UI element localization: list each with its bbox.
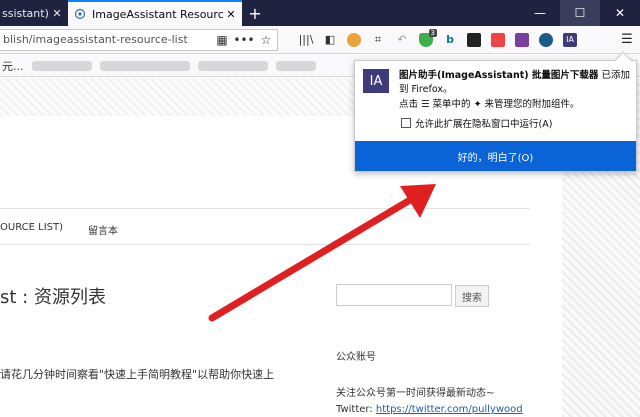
tab-resource-list[interactable]: ImageAssistant Resource List ✕	[68, 0, 242, 26]
hash-extension-icon[interactable]	[534, 29, 558, 51]
tab-title: ssistant) 图片	[2, 7, 50, 20]
blurred-bookmark[interactable]	[275, 60, 316, 71]
private-window-checkbox-row[interactable]: 允许此扩展在隐私窗口中运行(A)	[401, 116, 552, 130]
hamburger-menu-icon[interactable]: ☰	[614, 29, 640, 51]
screenshot-icon[interactable]	[486, 29, 510, 51]
tab-title: ImageAssistant Resource List	[92, 7, 224, 21]
twitter-label: Twitter:	[336, 404, 373, 415]
popup-message: 图片助手(ImageAssistant) 批量图片下载器 已添加到 Firefo…	[399, 69, 631, 97]
sidebar-heading: 公众账号	[336, 352, 376, 363]
blurred-bookmark[interactable]	[31, 60, 92, 71]
imageassistant-toolbar-label: IA	[563, 32, 577, 47]
twitter-line: Twitter: https://twitter.com/pullywood	[336, 404, 523, 415]
nav-link-resource-list[interactable]: OURCE LIST)	[0, 222, 63, 233]
blurred-bookmark[interactable]	[197, 60, 268, 71]
tab-bar-spacer	[268, 0, 520, 26]
url-bar[interactable]: blish/imageassistant-resource-list ▦ •••…	[0, 28, 278, 51]
library-icon[interactable]: |||\	[294, 29, 318, 51]
imageassistant-logo-icon: IA	[363, 69, 389, 93]
new-tab-button[interactable]: +	[242, 0, 268, 26]
bookmark-star-icon[interactable]: ☆	[255, 33, 277, 47]
qr-code-icon[interactable]: ▦	[211, 33, 233, 47]
navigation-bar: blish/imageassistant-resource-list ▦ •••…	[0, 26, 640, 54]
tab-close-icon[interactable]: ✕	[224, 8, 238, 21]
search-input[interactable]	[336, 284, 452, 306]
nav-link-guestbook[interactable]: 留言本	[88, 222, 118, 237]
imageassistant-toolbar-icon[interactable]: IA	[558, 29, 582, 51]
close-window-button[interactable]: ✕	[600, 0, 640, 26]
shield-extension-icon[interactable]: 3	[414, 28, 438, 51]
imageassistant-favicon-icon	[74, 8, 86, 20]
twitter-link[interactable]: https://twitter.com/pullywood	[376, 404, 523, 415]
search-button[interactable]: 搜索	[455, 285, 489, 307]
url-text[interactable]: blish/imageassistant-resource-list	[3, 33, 211, 46]
sidebar-text: 关注公众号第一时间获得最新动态~	[336, 388, 495, 399]
extension-added-popup: IA 图片助手(ImageAssistant) 批量图片下载器 已添加到 Fir…	[354, 51, 637, 172]
popup-extension-name: 图片助手(ImageAssistant) 批量图片下载器	[399, 70, 599, 81]
color-picker-icon[interactable]	[342, 29, 366, 51]
tab-imageassistant-cn[interactable]: ssistant) 图片 ✕	[0, 0, 68, 26]
maximize-button[interactable]: ☐	[560, 0, 600, 26]
popup-instruction: 点击 ☰ 菜单中的 ✦ 来管理您的附加组件。	[399, 99, 580, 110]
blurred-bookmark[interactable]	[99, 60, 190, 71]
private-window-label[interactable]: 允许此扩展在隐私窗口中运行(A)	[415, 116, 552, 130]
bookmark-item[interactable]: 元...	[2, 58, 24, 74]
undo-icon[interactable]: ↶	[390, 29, 414, 51]
page-actions-icon[interactable]: •••	[233, 33, 255, 47]
page-title: st : 资源列表	[0, 287, 106, 308]
tab-close-icon[interactable]: ✕	[50, 7, 64, 20]
sidebar-icon[interactable]: ◧	[318, 29, 342, 51]
onenote-icon[interactable]	[510, 29, 534, 51]
divider	[0, 208, 530, 209]
crop-icon[interactable]: ⌗	[366, 29, 390, 51]
private-window-checkbox[interactable]	[401, 118, 411, 128]
dark-extension-icon[interactable]	[462, 29, 486, 51]
bing-icon[interactable]: b	[438, 29, 462, 51]
toolbar-icons: |||\ ◧ ⌗ ↶ 3 b IA	[294, 28, 582, 51]
minimize-button[interactable]: —	[520, 0, 560, 26]
extension-badge: 3	[428, 28, 437, 37]
divider	[0, 244, 530, 245]
intro-text: 请花几分钟时间察看"快速上手简明教程"以帮助你快速上	[0, 368, 275, 381]
tab-bar: ssistant) 图片 ✕ ImageAssistant Resource L…	[0, 0, 640, 26]
ok-button[interactable]: 好的，明白了(O)	[355, 141, 636, 171]
